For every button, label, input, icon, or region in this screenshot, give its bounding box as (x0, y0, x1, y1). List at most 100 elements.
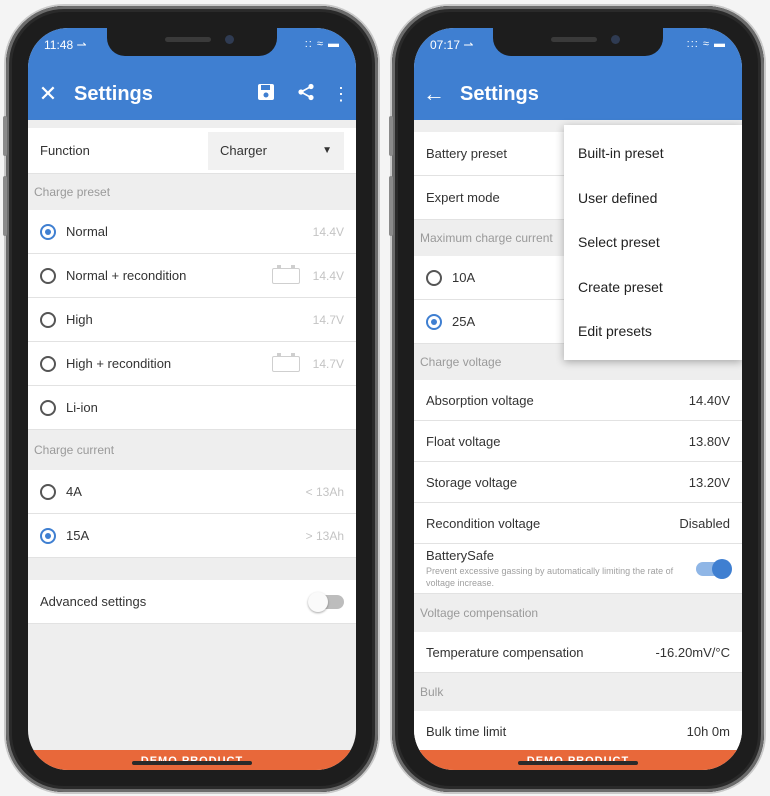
preset-voltage: 14.4V (312, 224, 344, 239)
save-icon[interactable] (246, 81, 286, 107)
setting-label: Temperature compensation (426, 644, 584, 660)
menu-item-edit-presets[interactable]: Edit presets (564, 309, 742, 354)
page-title: Settings (460, 82, 539, 105)
screen: 11:48 ⇀ :: ≈ ▬ ✕ Settings ⋮ Function Cha… (28, 28, 356, 770)
setting-value: -16.20mV/°C (655, 644, 730, 660)
batterysafe-description: Prevent excessive gassing by automatical… (426, 566, 674, 588)
right-phone: 07:17 ⇀ ::: ≈ ▬ ← Settings Battery prese… (389, 6, 764, 792)
preset-normal[interactable]: Normal 14.4V (28, 210, 356, 254)
demo-product-banner: DEMO PRODUCT (414, 750, 742, 770)
section-header: Charge preset (28, 174, 356, 210)
status-time: 11:48 ⇀ (44, 38, 87, 52)
batterysafe-text: BatterySafe Prevent excessive gassing by… (426, 548, 688, 589)
current-label: 15A (66, 528, 90, 543)
notch (493, 28, 663, 56)
side-button (3, 116, 7, 156)
function-dropdown[interactable]: Charger ▼ (208, 131, 344, 170)
batterysafe-toggle[interactable] (696, 558, 732, 579)
batterysafe-row[interactable]: BatterySafe Prevent excessive gassing by… (414, 544, 742, 594)
menu-item-user-defined[interactable]: User defined (564, 176, 742, 221)
current-15a[interactable]: 15A > 13Ah (28, 514, 356, 558)
side-button (3, 176, 7, 236)
preset-label: High (66, 312, 93, 327)
status-icons: ::: ≈ ▬ (686, 38, 726, 50)
screen: 07:17 ⇀ ::: ≈ ▬ ← Settings Battery prese… (414, 28, 742, 770)
current-capacity: < 13Ah (305, 484, 344, 499)
setting-label: Storage voltage (426, 474, 518, 490)
home-indicator[interactable] (132, 761, 252, 765)
recondition-voltage-row[interactable]: Recondition voltage Disabled (414, 503, 742, 544)
current-label: 10A (452, 270, 476, 285)
demo-product-banner: DEMO PRODUCT (28, 750, 356, 770)
notch (107, 28, 277, 56)
setting-value: 14.40V (688, 392, 730, 408)
radio-icon[interactable] (40, 399, 56, 416)
function-label: Function (40, 143, 90, 158)
setting-value: Disabled (679, 515, 730, 531)
radio-selected-icon[interactable] (40, 527, 56, 544)
setting-label: Absorption voltage (426, 392, 534, 408)
back-arrow-icon[interactable]: ← (414, 81, 454, 107)
toolbar: ✕ Settings ⋮ (28, 74, 356, 114)
setting-value: 10h 0m (686, 723, 730, 739)
current-capacity: > 13Ah (305, 528, 344, 543)
radio-icon[interactable] (426, 269, 442, 286)
preset-label: Normal + recondition (66, 268, 187, 283)
menu-item-create-preset[interactable]: Create preset (564, 265, 742, 310)
side-button (389, 116, 393, 156)
close-icon[interactable]: ✕ (28, 81, 68, 107)
preset-voltage: 14.4V (312, 268, 344, 283)
bulk-time-limit-row[interactable]: Bulk time limit 10h 0m (414, 711, 742, 752)
preset-voltage: 14.7V (312, 312, 344, 327)
settings-content: Function Charger ▼ Charge preset Normal … (28, 120, 356, 770)
setting-label: Recondition voltage (426, 515, 541, 531)
more-vert-icon[interactable]: ⋮ (326, 84, 356, 105)
absorption-voltage-row[interactable]: Absorption voltage 14.40V (414, 380, 742, 421)
float-voltage-row[interactable]: Float voltage 13.80V (414, 421, 742, 462)
radio-icon[interactable] (40, 355, 56, 372)
status-time: 07:17 ⇀ (430, 38, 474, 52)
storage-voltage-row[interactable]: Storage voltage 13.20V (414, 462, 742, 503)
preset-voltage: 14.7V (312, 356, 344, 371)
setting-label: Bulk time limit (426, 723, 507, 739)
expert-mode-label: Expert mode (426, 190, 500, 205)
radio-icon[interactable] (40, 311, 56, 328)
battery-icon (272, 265, 300, 284)
battery-preset-label: Battery preset (426, 146, 507, 161)
preset-li-ion[interactable]: Li-ion (28, 386, 356, 430)
preset-normal-recondition[interactable]: Normal + recondition 14.4V (28, 254, 356, 298)
radio-selected-icon[interactable] (40, 223, 56, 240)
radio-icon[interactable] (40, 267, 56, 284)
radio-selected-icon[interactable] (426, 313, 442, 330)
caret-down-icon: ▼ (322, 145, 332, 156)
temperature-compensation-row[interactable]: Temperature compensation -16.20mV/°C (414, 632, 742, 673)
function-value: Charger (220, 143, 267, 158)
menu-item-built-in-preset[interactable]: Built-in preset (564, 131, 742, 176)
batterysafe-label: BatterySafe (426, 548, 494, 563)
preset-label: Normal (66, 224, 108, 239)
status-icons: :: ≈ ▬ (304, 38, 340, 50)
menu-item-select-preset[interactable]: Select preset (564, 220, 742, 265)
advanced-settings-row[interactable]: Advanced settings (28, 580, 356, 624)
advanced-toggle[interactable] (308, 591, 344, 612)
toolbar: ← Settings (414, 74, 742, 114)
share-icon[interactable] (286, 81, 326, 107)
battery-icon (272, 353, 300, 372)
section-header: Charge current (28, 430, 356, 470)
current-label: 25A (452, 314, 476, 329)
preset-label: High + recondition (66, 356, 172, 371)
preset-label: Li-ion (66, 400, 98, 415)
preset-high-recondition[interactable]: High + recondition 14.7V (28, 342, 356, 386)
advanced-label: Advanced settings (40, 594, 147, 609)
preset-high[interactable]: High 14.7V (28, 298, 356, 342)
function-row: Function Charger ▼ (28, 128, 356, 174)
section-header: Bulk (414, 673, 742, 711)
home-indicator[interactable] (518, 761, 638, 765)
current-label: 4A (66, 484, 82, 499)
page-title: Settings (74, 82, 153, 105)
current-4a[interactable]: 4A < 13Ah (28, 470, 356, 514)
radio-icon[interactable] (40, 483, 56, 500)
setting-value: 13.80V (688, 433, 730, 449)
setting-label: Float voltage (426, 433, 501, 449)
left-phone: 11:48 ⇀ :: ≈ ▬ ✕ Settings ⋮ Function Cha… (3, 6, 378, 792)
